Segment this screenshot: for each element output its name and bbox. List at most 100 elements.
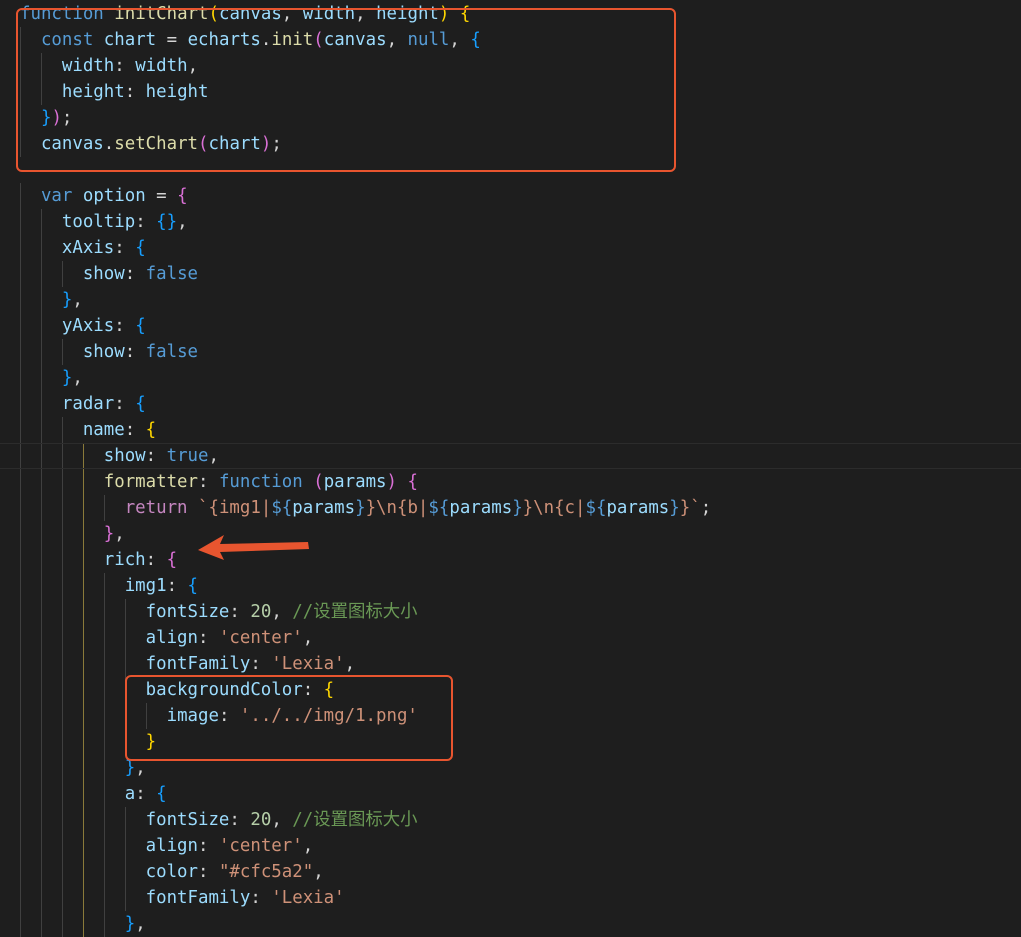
- code-token: ,: [449, 30, 471, 50]
- code-line[interactable]: fontFamily: 'Lexia',: [0, 651, 1021, 677]
- code-line[interactable]: img1: {: [0, 573, 1021, 599]
- indent-guide: [20, 729, 21, 755]
- code-token: {: [459, 4, 471, 24]
- indent-guide: [20, 807, 21, 833]
- code-line[interactable]: },: [0, 287, 1021, 313]
- code-token: }\n{c|: [522, 498, 586, 518]
- code-line[interactable]: function initChart(canvas, width, height…: [0, 1, 1021, 27]
- indent-guide: [40, 677, 42, 703]
- code-line[interactable]: image: '../../img/1.png': [0, 703, 1021, 729]
- indent-guide: [103, 599, 105, 625]
- code-token: params: [606, 498, 670, 518]
- code-token: :: [198, 862, 219, 882]
- indent-guide: [82, 573, 84, 599]
- indent-guide: [82, 444, 84, 468]
- code-token: :: [145, 446, 167, 466]
- code-line[interactable]: color: "#cfc5a2",: [0, 859, 1021, 885]
- indent-guide: [124, 599, 126, 625]
- code-token: params: [323, 472, 387, 492]
- code-line[interactable]: align: 'center',: [0, 625, 1021, 651]
- code-token: :: [250, 654, 272, 674]
- code-editor[interactable]: function initChart(canvas, width, height…: [0, 1, 1021, 937]
- code-line[interactable]: yAxis: {: [0, 313, 1021, 339]
- indent-guide: [20, 859, 21, 885]
- code-token: {: [145, 420, 157, 440]
- code-line[interactable]: show: false: [0, 339, 1021, 365]
- indent-guide: [103, 495, 105, 521]
- indent-guide: [40, 911, 42, 937]
- indent-guide: [20, 911, 21, 937]
- indent-guide: [20, 105, 21, 131]
- indent-guide: [61, 444, 63, 468]
- code-token: init: [271, 30, 314, 50]
- indent-guide: [40, 599, 42, 625]
- code-line[interactable]: height: height: [0, 79, 1021, 105]
- indent-guide: [20, 833, 21, 859]
- code-line[interactable]: canvas.setChart(chart);: [0, 131, 1021, 157]
- indent-guide: [20, 573, 21, 599]
- code-token: option: [82, 186, 146, 206]
- code-line[interactable]: formatter: function (params) {: [0, 469, 1021, 495]
- code-token: :: [135, 212, 157, 232]
- code-token: }: [124, 914, 136, 934]
- indent-guide: [20, 651, 21, 677]
- code-line[interactable]: show: true,: [0, 443, 1021, 469]
- code-token: show: [82, 264, 125, 284]
- indent-guide: [40, 339, 42, 365]
- code-line[interactable]: },: [0, 911, 1021, 937]
- indent-guide: [40, 365, 42, 391]
- code-token: }: [124, 758, 136, 778]
- code-line[interactable]: [0, 157, 1021, 183]
- indent-guide: [20, 495, 21, 521]
- code-token: 'Lexia': [271, 888, 345, 908]
- code-token: :: [229, 810, 251, 830]
- code-token: 'center': [218, 628, 303, 648]
- indent-guide: [124, 677, 126, 703]
- code-line[interactable]: align: 'center',: [0, 833, 1021, 859]
- code-token: ): [260, 134, 272, 154]
- code-line[interactable]: fontFamily: 'Lexia': [0, 885, 1021, 911]
- code-token: params: [449, 498, 513, 518]
- code-line[interactable]: }: [0, 729, 1021, 755]
- code-line[interactable]: rich: {: [0, 547, 1021, 573]
- code-token: }: [512, 498, 523, 518]
- code-line[interactable]: backgroundColor: {: [0, 677, 1021, 703]
- indent-guide: [40, 444, 42, 468]
- indent-guide: [20, 235, 21, 261]
- indent-guide: [82, 625, 84, 651]
- code-token: (: [198, 134, 209, 154]
- code-token: {: [187, 576, 199, 596]
- code-line[interactable]: },: [0, 365, 1021, 391]
- code-token: false: [145, 342, 199, 362]
- indent-guide: [61, 547, 63, 573]
- code-line[interactable]: show: false: [0, 261, 1021, 287]
- code-line[interactable]: fontSize: 20, //设置图标大小: [0, 599, 1021, 625]
- code-line[interactable]: },: [0, 521, 1021, 547]
- code-line[interactable]: xAxis: {: [0, 235, 1021, 261]
- code-line[interactable]: name: {: [0, 417, 1021, 443]
- indent-guide: [20, 444, 21, 468]
- code-token: ,: [72, 368, 83, 388]
- indent-guide: [40, 495, 42, 521]
- indent-guide: [82, 859, 84, 885]
- code-line[interactable]: });: [0, 105, 1021, 131]
- code-line[interactable]: const chart = echarts.init(canvas, null,…: [0, 27, 1021, 53]
- indent-guide: [40, 833, 42, 859]
- indent-guide: [61, 625, 63, 651]
- code-line[interactable]: var option = {: [0, 183, 1021, 209]
- code-line[interactable]: radar: {: [0, 391, 1021, 417]
- code-token: backgroundColor: [145, 680, 303, 700]
- code-line[interactable]: fontSize: 20, //设置图标大小: [0, 807, 1021, 833]
- code-line[interactable]: },: [0, 755, 1021, 781]
- code-token: function: [20, 4, 104, 24]
- code-line[interactable]: width: width,: [0, 53, 1021, 79]
- code-line[interactable]: tooltip: {},: [0, 209, 1021, 235]
- indent-guide: [40, 521, 42, 547]
- code-line[interactable]: return `{img1|${params}}\n{b|${params}}\…: [0, 495, 1021, 521]
- code-token: function: [218, 472, 303, 492]
- code-line[interactable]: a: {: [0, 781, 1021, 807]
